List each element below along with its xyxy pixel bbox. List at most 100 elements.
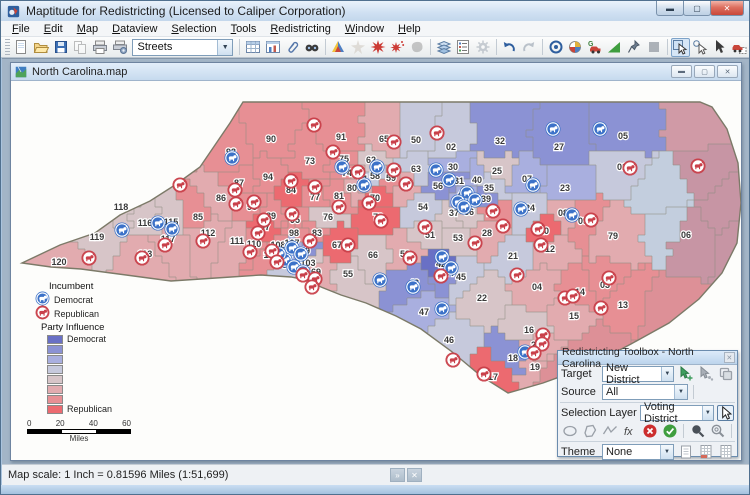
incumbent-republican-icon[interactable] [82,251,96,265]
incumbent-republican-icon[interactable] [399,177,413,191]
incumbent-democrat-icon[interactable] [335,160,349,174]
chart-button[interactable] [263,38,283,57]
menu-help[interactable]: Help [391,22,428,36]
open-folder-button[interactable] [31,38,51,57]
incumbent-republican-icon[interactable] [308,180,322,194]
incumbent-republican-icon[interactable] [229,197,243,211]
menu-dataview[interactable]: Dataview [105,22,164,36]
incumbent-republican-icon[interactable] [510,268,524,282]
select-pointer-button[interactable] [671,38,691,57]
incumbent-republican-icon[interactable] [326,145,340,159]
incumbent-democrat-icon[interactable] [370,160,384,174]
incumbent-democrat-icon[interactable] [357,178,371,192]
theme-grid-red-button[interactable] [697,444,714,460]
incumbent-republican-icon[interactable] [486,204,500,218]
incumbent-republican-icon[interactable] [196,234,210,248]
clear-selection-button[interactable] [641,423,658,439]
incumbent-republican-icon[interactable] [243,245,257,259]
info-pointer-button[interactable] [710,38,730,57]
map-close-button[interactable]: ✕ [717,65,738,78]
incumbent-republican-icon[interactable] [251,226,265,240]
incumbent-democrat-icon[interactable] [115,223,129,237]
redo-button[interactable] [519,38,539,57]
minimize-button[interactable]: ▬ [656,1,684,16]
incumbent-republican-icon[interactable] [584,213,598,227]
incumbent-republican-icon[interactable] [228,183,242,197]
incumbent-republican-icon[interactable] [496,219,510,233]
incumbent-democrat-icon[interactable] [593,122,607,136]
menu-map[interactable]: Map [70,22,105,36]
status-close-button[interactable]: ✕ [407,468,422,482]
routing-car-button[interactable]: G [585,38,605,57]
maximize-button[interactable]: ▢ [683,1,711,16]
incumbent-democrat-icon[interactable] [151,216,165,230]
selection-layer-select[interactable]: Voting District▼ [640,405,714,421]
unassign-target-pointer-button[interactable] [697,366,714,382]
menu-edit[interactable]: Edit [37,22,70,36]
incumbent-republican-icon[interactable] [332,200,346,214]
menu-tools[interactable]: Tools [224,22,264,36]
select-shape-button[interactable] [690,38,710,57]
incumbent-republican-icon[interactable] [284,174,298,188]
incumbent-republican-icon[interactable] [623,161,637,175]
slope-wedge-button[interactable] [605,38,625,57]
source-select[interactable]: All▼ [602,384,688,400]
overlay-star-plus-button[interactable] [388,38,408,57]
incumbent-democrat-icon[interactable] [435,302,449,316]
ellipse-select-button[interactable] [561,423,578,439]
theme-star-dim-button[interactable] [348,38,368,57]
incumbent-republican-icon[interactable] [285,207,299,221]
find-button[interactable] [302,38,322,57]
target-stack-button[interactable] [717,366,734,382]
settings-gear-button[interactable] [473,38,493,57]
incumbent-democrat-icon[interactable] [457,200,471,214]
undo-button[interactable] [500,38,520,57]
incumbent-democrat-icon[interactable] [526,178,540,192]
incumbent-republican-icon[interactable] [477,367,491,381]
incumbent-republican-icon[interactable] [594,301,608,315]
menu-redistricting[interactable]: Redistricting [263,22,338,36]
toolbox-close-icon[interactable]: ✕ [724,352,735,363]
menu-selection[interactable]: Selection [164,22,223,36]
incumbent-republican-icon[interactable] [387,135,401,149]
incumbent-democrat-icon[interactable] [514,202,528,216]
incumbent-republican-icon[interactable] [531,222,545,236]
zoom-target-button[interactable] [546,38,566,57]
incumbent-democrat-icon[interactable] [442,173,456,187]
print-setup-button[interactable] [110,38,130,57]
incumbent-republican-icon[interactable] [257,213,271,227]
incumbent-republican-icon[interactable] [307,118,321,132]
incumbent-republican-icon[interactable] [468,236,482,250]
copy-button[interactable] [71,38,91,57]
overlay-star-button[interactable] [368,38,388,57]
polyline-select-button[interactable] [601,423,618,439]
incumbent-republican-icon[interactable] [534,238,548,252]
color-wheel-button[interactable] [565,38,585,57]
layer-combo[interactable]: Streets▼ [132,39,233,56]
print-button[interactable] [90,38,110,57]
incumbent-republican-icon[interactable] [387,163,401,177]
map-maximize-button[interactable]: ▢ [694,65,715,78]
districts-blob-button[interactable] [407,38,427,57]
pushpin-button[interactable] [624,38,644,57]
incumbent-democrat-icon[interactable] [429,163,443,177]
incumbent-republican-icon[interactable] [446,353,460,367]
incumbent-democrat-icon[interactable] [294,247,308,261]
incumbent-republican-icon[interactable] [305,280,319,294]
layers-button[interactable] [434,38,454,57]
incumbent-republican-icon[interactable] [135,251,149,265]
incumbent-democrat-icon[interactable] [406,280,420,294]
incumbent-republican-icon[interactable] [566,289,580,303]
select-pointer-button[interactable] [717,405,734,421]
theme-grid-button[interactable] [717,444,734,460]
new-document-button[interactable] [12,38,32,57]
incumbent-democrat-icon[interactable] [546,122,560,136]
close-button[interactable]: ✕ [710,1,744,16]
incumbent-republican-icon[interactable] [418,220,432,234]
incumbent-republican-icon[interactable] [341,238,355,252]
assign-target-pointer-button[interactable] [677,366,694,382]
incumbent-democrat-icon[interactable] [165,222,179,236]
incumbent-democrat-icon[interactable] [225,151,239,165]
zoom-selected-button[interactable] [689,423,706,439]
target-select[interactable]: New District▼ [602,366,674,382]
